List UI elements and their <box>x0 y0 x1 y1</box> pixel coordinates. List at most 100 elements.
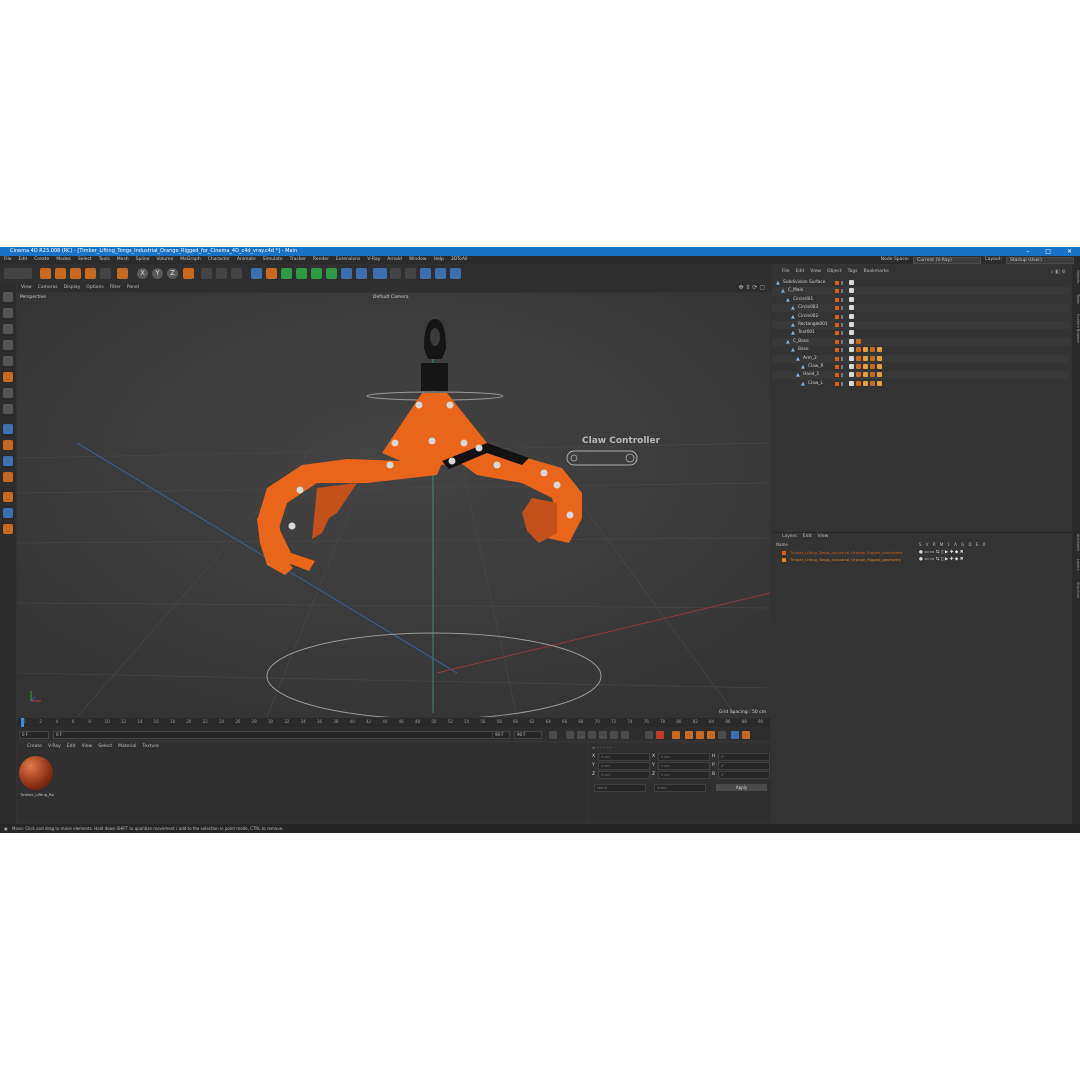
render-view-icon[interactable] <box>201 268 212 279</box>
object-row[interactable]: ▲ Hand_1 <box>772 371 1070 380</box>
object-row[interactable]: ▲ C_Base <box>772 337 1070 346</box>
material-menu-select[interactable]: Select <box>98 743 112 751</box>
current-frame-field[interactable]: 0 F <box>19 731 49 739</box>
coord-size-field[interactable]: 0 cm <box>658 771 710 779</box>
viewport-menu-filter[interactable]: Filter <box>110 284 121 292</box>
layer-menu-view[interactable]: View <box>818 533 829 541</box>
visibility-icon[interactable] <box>841 331 843 336</box>
coord-pos-field[interactable]: 0 cm <box>598 753 650 761</box>
sculpt-icon[interactable] <box>3 472 13 482</box>
field-icon[interactable] <box>356 268 367 279</box>
viewport-menu-cameras[interactable]: Cameras <box>38 284 58 292</box>
prev-frame-icon[interactable] <box>577 731 585 739</box>
material-menu-v-ray[interactable]: V-Ray <box>48 743 61 751</box>
vray-ipr-icon[interactable] <box>450 268 461 279</box>
side-tab-attributes[interactable]: Attributes <box>1072 534 1080 551</box>
layer-color-icon[interactable] <box>835 323 839 327</box>
close-button[interactable]: ✕ <box>1067 247 1072 256</box>
coord-size-field[interactable]: 0 cm <box>658 762 710 770</box>
side-tab-takes[interactable]: Takes <box>1072 294 1080 304</box>
layer-color-icon[interactable] <box>835 373 839 378</box>
playhead[interactable] <box>21 718 24 727</box>
object-menu-tags[interactable]: Tags <box>848 268 858 276</box>
menu-item-help[interactable]: Help <box>434 256 444 264</box>
layer-color-icon[interactable] <box>835 289 839 294</box>
tag-icon[interactable] <box>863 372 868 378</box>
menu-item-extensions[interactable]: Extensions <box>336 256 360 264</box>
layer-color-icon[interactable] <box>835 365 839 369</box>
coord-rot-field[interactable]: 0° <box>718 762 770 770</box>
subdivision-icon[interactable] <box>281 268 292 279</box>
next-frame-icon[interactable] <box>599 731 607 739</box>
vray-render-icon[interactable] <box>435 268 446 279</box>
coordinate-system-icon[interactable] <box>183 268 194 279</box>
visibility-icon[interactable] <box>841 373 843 378</box>
minimize-button[interactable]: – <box>1026 247 1029 256</box>
keyframe-selection-icon[interactable] <box>672 731 680 739</box>
pen-icon[interactable] <box>266 268 277 279</box>
object-row[interactable]: ▲ Base <box>772 346 1070 354</box>
tag-icon[interactable] <box>863 364 868 369</box>
layer-menu-edit[interactable]: Edit <box>803 533 812 541</box>
end-frame-field[interactable]: 90 F <box>492 731 510 739</box>
layer-color-swatch[interactable] <box>782 558 786 562</box>
vray-material-icon[interactable] <box>3 456 13 466</box>
tag-icon[interactable] <box>856 380 861 386</box>
viewport-nav-icons[interactable]: ✥ ⇕ ⟳ ▢ <box>739 284 765 292</box>
tag-icon[interactable] <box>856 372 861 378</box>
timeline-menu-icon[interactable] <box>742 731 750 739</box>
enable-axis-icon[interactable] <box>3 388 13 398</box>
object-menu-edit[interactable]: Edit <box>796 268 805 276</box>
layer-color-icon[interactable] <box>835 381 839 386</box>
layer-color-icon[interactable] <box>835 297 839 302</box>
tag-icon[interactable] <box>849 313 854 319</box>
menu-item-v-ray[interactable]: V-Ray <box>367 256 380 264</box>
viewport-scene[interactable] <box>17 293 770 717</box>
rotate-icon[interactable] <box>85 268 96 279</box>
layer-color-icon[interactable] <box>835 356 839 361</box>
live-selection-icon[interactable] <box>40 268 51 279</box>
tag-icon[interactable] <box>849 322 854 327</box>
search-icon[interactable]: ⌕ ◧ ⚙ <box>1051 268 1066 276</box>
vray-lights-icon[interactable] <box>3 440 13 450</box>
key-position-icon[interactable] <box>685 731 693 739</box>
tag-icon[interactable] <box>870 364 875 369</box>
visibility-icon[interactable] <box>841 339 843 344</box>
tag-icon[interactable] <box>877 355 882 361</box>
layer-color-icon[interactable] <box>835 306 839 311</box>
object-row[interactable]: ▲ Circle001 <box>772 296 1070 304</box>
object-row[interactable]: ▲ Circle003 <box>772 304 1070 313</box>
object-menu-bookmarks[interactable]: Bookmarks <box>864 268 889 276</box>
coordinate-mode-select[interactable]: World <box>594 784 646 792</box>
visibility-icon[interactable] <box>841 297 843 302</box>
visibility-icon[interactable] <box>841 314 843 319</box>
object-menu-view[interactable]: View <box>810 268 821 276</box>
tag-icon[interactable] <box>856 338 861 344</box>
deformer-icon[interactable] <box>341 268 352 279</box>
menu-item-character[interactable]: Character <box>208 256 230 264</box>
tag-icon[interactable] <box>849 296 854 302</box>
layer-color-icon[interactable] <box>835 348 839 353</box>
object-row[interactable]: ▲ Subdivision Surface <box>772 279 1070 287</box>
tag-icon[interactable] <box>877 380 882 386</box>
move-icon[interactable] <box>55 268 66 279</box>
add-object-icon[interactable] <box>117 268 128 279</box>
perspective-viewport[interactable]: Perspective Default Camera Claw Controll… <box>17 293 770 717</box>
mograph-icon[interactable] <box>326 268 337 279</box>
menu-item-file[interactable]: File <box>4 256 12 264</box>
y-axis-icon[interactable]: Y <box>152 268 163 279</box>
layer-color-swatch[interactable] <box>782 551 786 555</box>
visibility-icon[interactable] <box>841 356 843 361</box>
object-name[interactable]: Rectangle001 <box>798 321 828 329</box>
tag-icon[interactable] <box>849 364 854 369</box>
visibility-icon[interactable] <box>841 348 843 353</box>
side-tab-content-browser[interactable]: Content Browser <box>1072 314 1080 343</box>
point-mode-icon[interactable] <box>3 340 13 350</box>
object-name[interactable]: C_Base <box>793 338 809 346</box>
object-row[interactable]: ▲ Rectangle001 <box>772 321 1070 329</box>
floor-icon[interactable] <box>373 268 387 279</box>
menu-item-volume[interactable]: Volume <box>157 256 174 264</box>
object-name[interactable]: Subdivision Surface <box>783 279 825 287</box>
solo-icon[interactable] <box>3 424 13 434</box>
tag-icon[interactable] <box>856 355 861 361</box>
